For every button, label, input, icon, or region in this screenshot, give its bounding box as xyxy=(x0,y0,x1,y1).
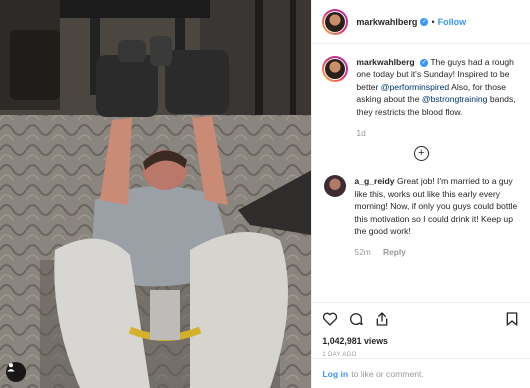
caption-author-avatar[interactable] xyxy=(322,56,349,82)
mention-bstrongtraining[interactable]: @bstrongtraining xyxy=(422,94,488,104)
person-glyph xyxy=(7,363,15,372)
comment-icon[interactable] xyxy=(348,311,364,327)
comment-item: a_g_reidy Great job! I'm married to a gu… xyxy=(322,175,520,258)
comments-section: markwahlberg ✓ The guys had a rough one … xyxy=(312,44,530,302)
reply-button[interactable]: Reply xyxy=(383,247,406,257)
comment-age[interactable]: 52m xyxy=(354,247,370,257)
plus-circle-icon[interactable]: + xyxy=(413,146,429,162)
view-count[interactable]: 1,042,981 views xyxy=(322,336,520,346)
caption-username[interactable]: markwahlberg xyxy=(356,57,414,67)
share-icon[interactable] xyxy=(374,311,390,327)
verified-badge-icon: ✓ xyxy=(420,17,429,26)
author-avatar[interactable] xyxy=(322,8,349,35)
header-separator: • xyxy=(431,16,435,27)
author-username[interactable]: markwahlberg xyxy=(356,17,417,27)
bookmark-icon[interactable] xyxy=(504,311,520,327)
avatar-photo xyxy=(325,11,346,32)
post-header: markwahlberg ✓ • Follow xyxy=(312,0,530,44)
commenter-avatar[interactable] xyxy=(324,175,347,198)
action-icons xyxy=(322,310,520,328)
instagram-post: markwahlberg ✓ • Follow markwahlberg ✓ T… xyxy=(0,0,530,388)
avatar-ring xyxy=(324,10,347,33)
login-prompt: Log in to like or comment. xyxy=(312,358,530,388)
follow-button[interactable]: Follow xyxy=(438,17,467,27)
post-sidebar: markwahlberg ✓ • Follow markwahlberg ✓ T… xyxy=(311,0,530,388)
avatar-ring xyxy=(324,58,347,80)
comment-meta: 52m Reply xyxy=(354,246,520,258)
mention-performinspired[interactable]: @performinspired xyxy=(381,82,449,92)
avatar-photo xyxy=(325,59,346,79)
caption-timestamp: 1d xyxy=(356,127,520,139)
workout-video-frame xyxy=(0,0,312,388)
verified-badge-icon: ✓ xyxy=(420,58,429,67)
caption: markwahlberg ✓ The guys had a rough one … xyxy=(322,56,520,139)
login-link[interactable]: Log in xyxy=(322,369,348,379)
login-prompt-text: to like or comment. xyxy=(351,368,424,379)
heart-icon[interactable] xyxy=(322,311,338,327)
caption-age[interactable]: 1d xyxy=(356,128,365,138)
comment-body: a_g_reidy Great job! I'm married to a gu… xyxy=(354,175,520,258)
user-tag-icon[interactable] xyxy=(6,362,26,382)
post-video[interactable] xyxy=(0,0,312,388)
caption-body: markwahlberg ✓ The guys had a rough one … xyxy=(356,56,520,139)
load-more-comments[interactable]: + xyxy=(322,146,520,162)
commenter-username[interactable]: a_g_reidy xyxy=(354,176,394,186)
